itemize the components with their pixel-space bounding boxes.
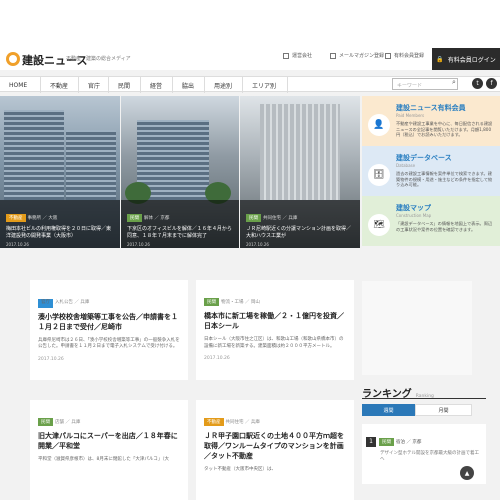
panel-title: 建設マップ <box>396 204 431 212</box>
panel-subtitle: Database <box>396 163 416 168</box>
logo-icon[interactable] <box>6 52 20 66</box>
category-label: 共同住宅 ／ 兵庫 <box>225 420 260 425</box>
nav-realestate[interactable]: 不動産 <box>40 77 78 93</box>
hero-date: 2017.10.26 <box>6 242 29 247</box>
hero-article-2[interactable]: 民間 解体 ／ 京都 下京区のオフィスビルを解体／１６年４月から同意、１８年７月末… <box>121 96 239 248</box>
category-label: 店舗 ／ 兵庫 <box>55 420 81 425</box>
signup-link[interactable]: 有料会員登録 <box>385 52 424 59</box>
article-excerpt: 平和堂（滋賀県彦根市）は、8月末に閉館した「大津パルコ」（大 <box>38 457 170 462</box>
hero-article-3[interactable]: 民間 共同住宅 ／ 兵庫 ＪＲ尼崎駅近くの分譲マンション計画を取得／大和ハウス工業… <box>240 96 360 248</box>
category-badge: 民間 <box>204 298 219 306</box>
top-header: 建設ニュース 不動産・建築の総合メディア 運営会社 メールマガジン登録 有料会員… <box>0 0 500 70</box>
rank-number: 1 <box>366 437 376 447</box>
article-card[interactable]: 民間 店舗 ／ 兵庫 旧大津パルコにスーパーを出店／１８年春に開業／平和堂 平和堂… <box>30 400 188 500</box>
category-badge: 民間 <box>379 438 394 446</box>
category-label: 入札公告 ／ 兵庫 <box>55 300 90 305</box>
article-excerpt: 兵庫県尼崎市は２６日、「湊小学校校舎増築等工事」の一般競争入札を公告した。申請書… <box>38 337 180 350</box>
back-to-top-icon[interactable]: ▲ <box>460 466 474 480</box>
article-title: 湊小学校校舎増築等工事を公告／申請書を１１月２日まで受付／尼崎市 <box>38 312 178 331</box>
category-badge: 民間 <box>127 214 142 222</box>
nav-home[interactable]: HOME <box>0 77 40 93</box>
panel-title: 建設ニュース有料会員 <box>396 104 466 112</box>
nav-other[interactable]: 脇出 <box>172 77 204 93</box>
hero-caption: 民間 解体 ／ 京都 下京区のオフィスビルを解体／１６年４月から同意、１８年７月末… <box>121 200 239 248</box>
hero-date: 2017.10.26 <box>127 242 150 247</box>
map-panel[interactable]: 🗺 建設マップ Construction Map 「建設データベース」の情報を地図上… <box>362 196 500 246</box>
paid-members-panel[interactable]: 👤 建設ニュース有料会員 Paid Members 不動産や建設工事業を中心に、毎日… <box>362 96 500 146</box>
user-icon <box>385 52 391 59</box>
ranking-title-text: デザイン型ホテル開設を京都最大級の計画で着工へ <box>380 451 479 462</box>
category-label: 共同住宅 ／ 兵庫 <box>263 216 298 221</box>
hero-title: 梅田本社ビルの利用権取得を２０日に取得／東洋建設発の開発事業（大阪市） <box>6 226 112 239</box>
hero-date: 2017.10.26 <box>246 242 269 247</box>
hero-caption: 民間 共同住宅 ／ 兵庫 ＪＲ尼崎駅近くの分譲マンション計画を取得／大和ハウス工業… <box>240 200 360 248</box>
lock-icon: 🔒 <box>436 55 444 63</box>
tab-weekly[interactable]: 週間 <box>362 404 415 416</box>
facebook-icon[interactable]: f <box>486 78 497 89</box>
category-badge: 不動産 <box>204 418 224 426</box>
hero-title: ＪＲ尼崎駅近くの分譲マンション計画を取得／大和ハウス工業が <box>246 226 352 239</box>
panel-text: 不動産や建設工事業を中心に、毎日配信される建設ニュースの全記事を閲覧いただけます… <box>396 121 493 137</box>
article-title: ＪＲ甲子園口駅近くの土地４００平方ｍ超を取得／ワンルームタイプのマンションを計画… <box>204 432 344 460</box>
nav-private[interactable]: 民間 <box>108 77 140 93</box>
login-button[interactable]: 🔒 有料会員ログイン <box>432 48 500 70</box>
category-label: 事務所 ／ 大阪 <box>27 216 58 221</box>
category-badge: 民間 <box>38 418 53 426</box>
article-card[interactable]: 民間 物流・工場 ／ 岡山 橋本市に新工場を稼働／２・１億円を投資／日本シール 日… <box>196 280 354 380</box>
article-card[interactable]: 官庁 入札公告 ／ 兵庫 湊小学校校舎増築等工事を公告／申請書を１１月２日まで受付… <box>30 280 188 380</box>
company-link[interactable]: 運営会社 <box>283 52 312 59</box>
panel-subtitle: Construction Map <box>396 213 432 218</box>
panel-text: 「建設データベース」の情報を地図上で表示。周辺の工事状況や案件の位置を確認できま… <box>396 221 493 232</box>
nav-by-use[interactable]: 用途別 <box>204 77 242 93</box>
panel-text: 過去の建設工事情報を案件単位で検索できます。建築物件の規模・用途・施主などの条件… <box>396 171 493 187</box>
nav-management[interactable]: 経営 <box>140 77 172 93</box>
ad-placeholder[interactable] <box>362 281 472 375</box>
mail-icon <box>330 52 336 59</box>
panel-subtitle: Paid Members <box>396 113 425 118</box>
category-badge: 民間 <box>246 214 261 222</box>
twitter-icon[interactable]: t <box>472 78 483 89</box>
photo-building <box>4 110 64 200</box>
site-tagline: 不動産・建築の総合メディア <box>66 56 131 62</box>
nav-government[interactable]: 官庁 <box>78 77 108 93</box>
database-icon: 🗄 <box>368 164 390 186</box>
divider <box>362 398 486 399</box>
hero-caption: 不動産 事務所 ／ 大阪 梅田本社ビルの利用権取得を２０日に取得／東洋建設発の開発… <box>0 200 120 248</box>
member-icon: 👤 <box>368 114 390 136</box>
article-date: 2017.10.26 <box>204 356 230 361</box>
hero-article-1[interactable]: 不動産 事務所 ／ 大阪 梅田本社ビルの利用権取得を２０日に取得／東洋建設発の開発… <box>0 96 120 248</box>
photo-building <box>66 130 116 200</box>
tab-monthly[interactable]: 月間 <box>415 404 472 416</box>
category-badge: 不動産 <box>6 214 26 222</box>
article-title: 橋本市に新工場を稼働／２・１億円を投資／日本シール <box>204 312 344 330</box>
article-excerpt: タット不動産（大阪市中央区）は、 <box>204 467 276 472</box>
article-card[interactable]: 不動産 共同住宅 ／ 兵庫 ＪＲ甲子園口駅近くの土地４００平方ｍ超を取得／ワンルー… <box>196 400 354 500</box>
article-excerpt: 日本シール（大阪市住之江区）は、和歌山工場（和歌山県橋本市）の設備に新工場を新築… <box>204 337 344 349</box>
category-label: 物流・工場 ／ 岡山 <box>221 300 260 305</box>
search-input[interactable]: キーワード <box>392 78 458 90</box>
database-panel[interactable]: 🗄 建設データベース Database 過去の建設工事情報を案件単位で検索できます。… <box>362 146 500 196</box>
map-icon: 🗺 <box>368 214 390 236</box>
newsletter-link[interactable]: メールマガジン登録 <box>330 52 384 59</box>
category-label: 解体 ／ 京都 <box>144 216 170 221</box>
search-icon[interactable]: ⌕ <box>452 78 456 87</box>
building-icon <box>283 52 289 59</box>
article-date: 2017.10.26 <box>38 356 64 362</box>
category-label: 宿泊 ／ 京都 <box>396 440 422 445</box>
category-badge: 官庁 <box>38 299 53 308</box>
nav-by-area[interactable]: エリア別 <box>242 77 288 93</box>
article-title: 旧大津パルコにスーパーを出店／１８年春に開業／平和堂 <box>38 432 178 450</box>
photo-building <box>260 104 340 200</box>
hero-title: 下京区のオフィスビルを解体／１６年４月から同意、１８年７月末までに解体完了 <box>127 226 232 239</box>
panel-title: 建設データベース <box>396 154 452 162</box>
